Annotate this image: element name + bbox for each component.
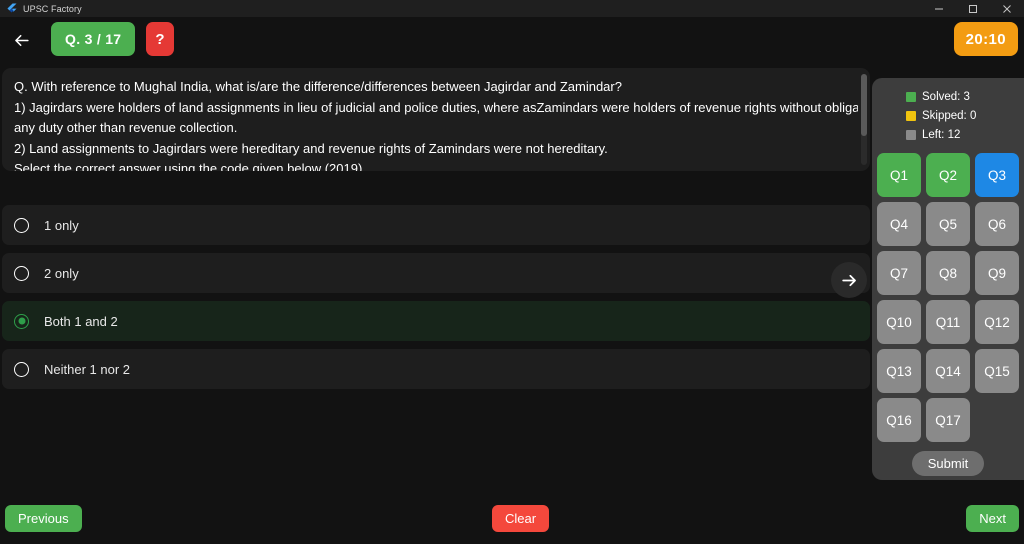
app-root: Q. 3 / 17 ? 20:10 Q. With reference to M… <box>0 17 1024 544</box>
legend-swatch-icon <box>906 110 916 121</box>
minimize-icon[interactable] <box>922 0 956 17</box>
question-nav-q5[interactable]: Q5 <box>926 202 970 246</box>
question-nav-q1[interactable]: Q1 <box>877 153 921 197</box>
window-title: UPSC Factory <box>23 3 82 14</box>
question-statement-1-continued: any duty other than revenue collection. <box>14 120 238 135</box>
question-instruction: Select the correct answer using the code… <box>14 161 363 171</box>
question-nav-q2[interactable]: Q2 <box>926 153 970 197</box>
answer-option-2[interactable]: 2 only <box>2 253 870 293</box>
question-nav-q11[interactable]: Q11 <box>926 300 970 344</box>
answer-option-3[interactable]: Both 1 and 2 <box>2 301 870 341</box>
question-nav-q15[interactable]: Q15 <box>975 349 1019 393</box>
question-card: Q. With reference to Mughal India, what … <box>2 68 870 171</box>
clear-button[interactable]: Clear <box>492 505 550 532</box>
timer-badge: 20:10 <box>953 22 1018 56</box>
question-statement-2: 2) Land assignments to Jagirdars were he… <box>14 140 608 156</box>
question-nav-q3[interactable]: Q3 <box>975 153 1019 197</box>
submit-row: Submit <box>872 451 1024 476</box>
window-controls <box>922 0 1024 17</box>
answer-option-label: 2 only <box>44 265 79 281</box>
bottom-action-bar: Previous Clear Next <box>0 500 1024 544</box>
question-nav-q9[interactable]: Q9 <box>975 251 1019 295</box>
question-nav-q7[interactable]: Q7 <box>877 251 921 295</box>
titlebar-left-group: UPSC Factory <box>0 3 82 14</box>
question-nav-q16[interactable]: Q16 <box>877 398 921 442</box>
question-nav-q4[interactable]: Q4 <box>877 202 921 246</box>
next-question-fab[interactable] <box>831 262 867 298</box>
question-nav-q6[interactable]: Q6 <box>975 202 1019 246</box>
close-icon[interactable] <box>990 0 1024 17</box>
answer-option-4[interactable]: Neither 1 nor 2 <box>2 349 870 389</box>
legend-swatch-icon <box>906 91 916 102</box>
question-nav-q12[interactable]: Q12 <box>975 300 1019 344</box>
maximize-icon[interactable] <box>956 0 990 17</box>
answer-option-label: Both 1 and 2 <box>44 313 118 329</box>
legend-label: Left: 12 <box>922 128 961 141</box>
flutter-logo-icon <box>7 3 17 13</box>
question-prompt: Q. With reference to Mughal India, what … <box>14 79 622 94</box>
question-navigator-panel: Solved: 3 Skipped: 0 Left: 12 Q1 Q2 Q3 Q4 Q5 Q6… <box>872 78 1024 480</box>
question-statement-1: 1) Jagirdars were holders of land assign… <box>14 99 858 115</box>
radio-button-icon[interactable] <box>14 217 29 233</box>
answer-options-list: 1 only 2 only Both 1 and 2 Neither 1 nor 2 <box>2 205 870 397</box>
back-button[interactable] <box>8 27 34 53</box>
answer-option-1[interactable]: 1 only <box>2 205 870 245</box>
status-legend: Solved: 3 Skipped: 0 Left: 12 <box>872 87 1024 144</box>
radio-button-icon[interactable] <box>14 313 29 329</box>
question-grid: Q1 Q2 Q3 Q4 Q5 Q6 Q7 Q8 Q9 Q10 Q11 Q12 Q13 Q14 Q15 Q16 Q… <box>872 153 1024 442</box>
answer-option-label: Neither 1 nor 2 <box>44 361 130 377</box>
submit-button[interactable]: Submit <box>911 451 985 476</box>
legend-swatch-icon <box>906 129 916 140</box>
legend-row-2: Left: 12 <box>906 125 1024 144</box>
help-button[interactable]: ? <box>146 22 174 56</box>
legend-label: Skipped: 0 <box>922 109 977 122</box>
question-counter-badge[interactable]: Q. 3 / 17 <box>51 22 136 56</box>
question-scrollbar-thumb[interactable] <box>861 74 867 136</box>
previous-button[interactable]: Previous <box>5 505 82 532</box>
arrow-right-icon <box>841 274 856 286</box>
next-button[interactable]: Next <box>966 505 1019 532</box>
question-nav-q8[interactable]: Q8 <box>926 251 970 295</box>
radio-button-icon[interactable] <box>14 265 29 281</box>
question-nav-q14[interactable]: Q14 <box>926 349 970 393</box>
legend-row-0: Solved: 3 <box>906 87 1024 106</box>
answer-option-label: 1 only <box>44 217 79 233</box>
question-nav-q10[interactable]: Q10 <box>877 300 921 344</box>
arrow-left-icon <box>14 34 29 46</box>
legend-label: Solved: 3 <box>922 90 970 103</box>
question-nav-q17[interactable]: Q17 <box>926 398 970 442</box>
quiz-header: Q. 3 / 17 ? 20:10 <box>0 17 1024 63</box>
question-nav-q13[interactable]: Q13 <box>877 349 921 393</box>
radio-button-icon[interactable] <box>14 361 29 377</box>
legend-row-1: Skipped: 0 <box>906 106 1024 125</box>
window-titlebar: UPSC Factory <box>0 0 1024 17</box>
